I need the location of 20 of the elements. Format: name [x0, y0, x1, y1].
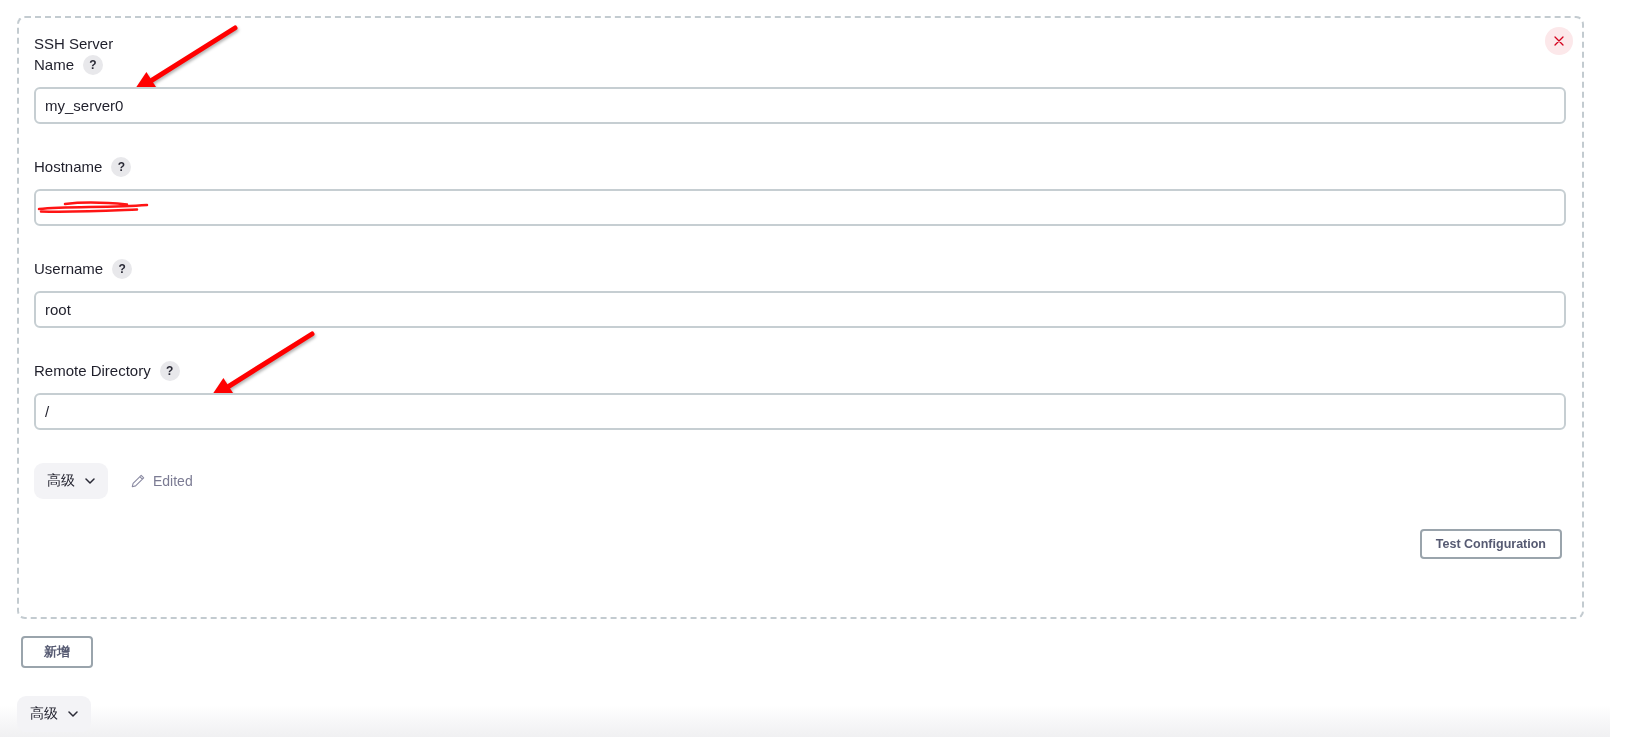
- field-label: Username: [34, 259, 104, 279]
- help-button[interactable]: ?: [159, 361, 180, 381]
- section-title: SSH Server: [34, 34, 114, 54]
- edited-status: Edited: [153, 473, 193, 489]
- text-input[interactable]: /: [34, 393, 1566, 430]
- advanced-button[interactable]: 高级: [34, 463, 108, 499]
- field-label: Hostname: [34, 157, 103, 177]
- add-button[interactable]: 新增: [21, 636, 93, 668]
- field-label: Name: [34, 55, 74, 75]
- text-input[interactable]: root: [34, 291, 1566, 328]
- help-button[interactable]: ?: [112, 259, 133, 279]
- test-configuration-button[interactable]: Test Configuration: [1419, 529, 1562, 559]
- text-input[interactable]: [34, 189, 1566, 226]
- close-button[interactable]: [1545, 27, 1573, 55]
- help-button[interactable]: ?: [83, 55, 103, 75]
- close-icon: [1554, 36, 1564, 46]
- field-label: Remote Directory: [34, 361, 151, 381]
- text-input[interactable]: my_server0: [34, 87, 1566, 124]
- pencil-icon: [131, 474, 145, 488]
- help-button[interactable]: ?: [111, 157, 132, 177]
